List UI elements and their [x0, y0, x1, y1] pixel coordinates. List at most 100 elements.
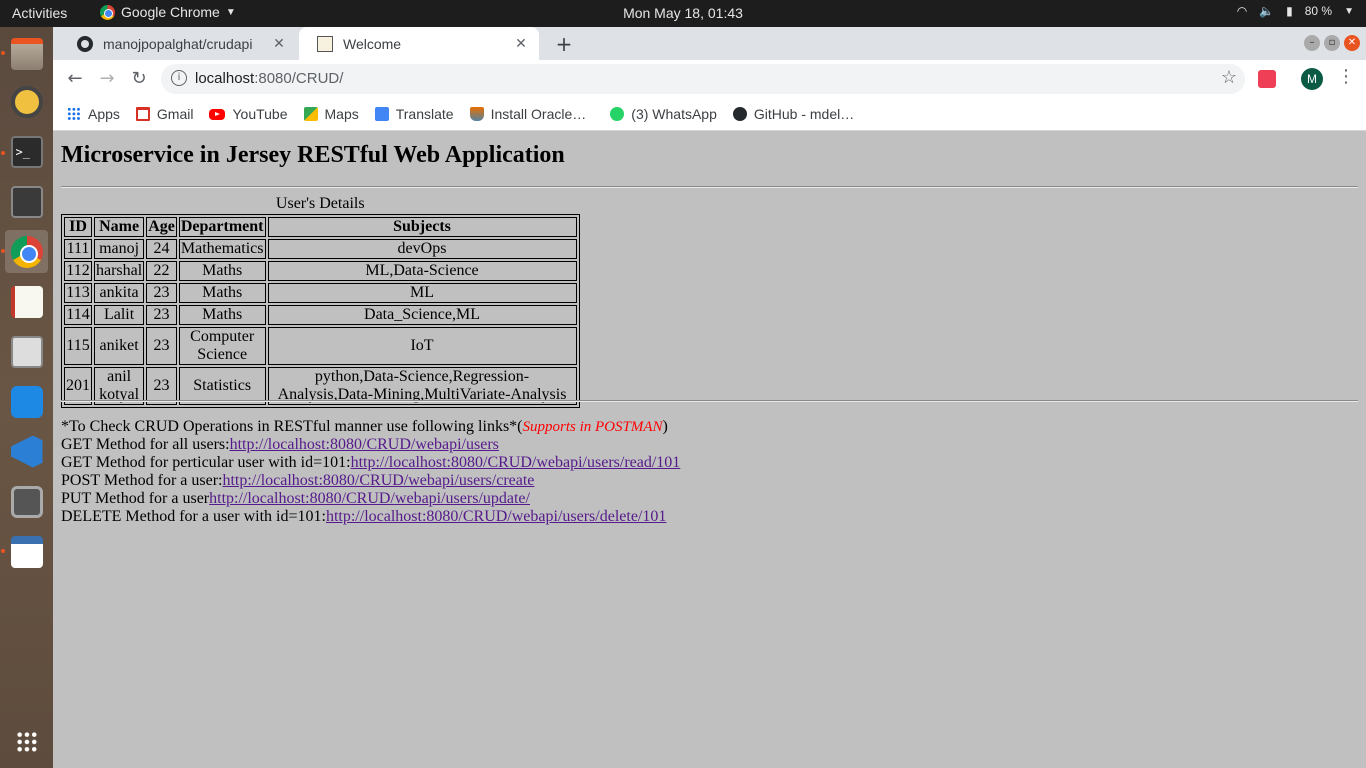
chrome-window: manojpopalghat/crudapi ✕ Welcome ✕ + – ▫…: [53, 27, 1366, 768]
vscode-icon: [10, 435, 43, 468]
cell-age: 23: [146, 283, 177, 303]
cell-department: Mathematics: [178, 239, 266, 259]
profile-avatar[interactable]: M: [1301, 68, 1323, 90]
post-user-link[interactable]: http://localhost:8080/CRUD/webapi/users/…: [222, 472, 534, 489]
cell-subjects: devOps: [267, 239, 577, 259]
bookmark-github[interactable]: GitHub - mdel…: [732, 106, 854, 122]
close-icon[interactable]: ✕: [269, 35, 289, 52]
camera-icon: [10, 485, 43, 518]
bookmark-star-icon[interactable]: ☆: [1221, 67, 1237, 88]
dock-impress[interactable]: [5, 530, 48, 573]
link-line: PUT Method for a userhttp://localhost:80…: [61, 490, 530, 507]
show-applications-button[interactable]: [5, 720, 48, 763]
text-editor-icon: [10, 285, 43, 318]
page-content: Microservice in Jersey RESTful Web Appli…: [53, 132, 1366, 768]
translate-icon: [374, 107, 389, 121]
info-icon[interactable]: i: [171, 70, 187, 86]
dock-mixer[interactable]: [5, 330, 48, 373]
dock-system-monitor[interactable]: [5, 180, 48, 223]
running-indicator: [1, 249, 5, 253]
page-title: Microservice in Jersey RESTful Web Appli…: [61, 142, 565, 168]
bookmark-gmail[interactable]: Gmail: [135, 106, 193, 122]
new-tab-button[interactable]: +: [551, 31, 577, 57]
dock-chrome[interactable]: [5, 230, 48, 273]
system-top-bar: Activities Google Chrome ▼ Mon May 18, 0…: [0, 0, 1366, 27]
dock: >_: [0, 27, 53, 768]
table-row: 112 harshal 22 Maths ML,Data-Science: [64, 261, 577, 281]
bookmark-translate[interactable]: Translate: [374, 106, 454, 122]
api-links: *To Check CRUD Operations in RESTful man…: [61, 418, 680, 526]
bookmark-install-oracle[interactable]: Install Oracle…: [469, 106, 586, 122]
chrome-icon: [100, 4, 115, 20]
put-user-link[interactable]: http://localhost:8080/CRUD/webapi/users/…: [209, 490, 530, 507]
mixer-icon: [10, 335, 43, 368]
maximize-button[interactable]: ▫: [1324, 35, 1340, 51]
link-line: GET Method for all users:http://localhos…: [61, 436, 499, 453]
cell-department: Maths: [178, 261, 266, 281]
reload-button[interactable]: ↻: [125, 65, 153, 93]
activities-button[interactable]: Activities: [12, 5, 67, 21]
browser-toolbar: ← → ↻ i localhost:8080/CRUD/ ☆ M ⋮: [53, 60, 1366, 98]
java-icon: [469, 107, 484, 121]
cell-subjects: Data_Science,ML: [267, 305, 577, 325]
cell-id: 112: [64, 261, 92, 281]
postman-note: Supports in POSTMAN: [522, 419, 663, 435]
cell-name: manoj: [94, 239, 145, 259]
close-window-button[interactable]: ✕: [1344, 35, 1360, 51]
get-user-link[interactable]: http://localhost:8080/CRUD/webapi/users/…: [351, 454, 681, 471]
system-monitor-icon: [10, 185, 43, 218]
table-row: 113 ankita 23 Maths ML: [64, 283, 577, 303]
bookmark-apps[interactable]: Apps: [67, 106, 120, 122]
url-text: localhost:8080/CRUD/: [195, 70, 344, 87]
bookmark-whatsapp[interactable]: (3) WhatsApp: [610, 106, 717, 122]
column-header: Age: [146, 217, 177, 237]
cell-subjects: ML,Data-Science: [267, 261, 577, 281]
column-header: Department: [178, 217, 266, 237]
users-table: User's Details ID Name Age Department Su…: [61, 195, 580, 408]
system-tray[interactable]: ◠ 🔈 ▮ 80 % ▼: [1237, 4, 1354, 18]
dock-terminal[interactable]: >_: [5, 130, 48, 173]
cell-age: 23: [146, 305, 177, 325]
table-row: 115 aniket 23 Computer Science IoT: [64, 327, 577, 365]
dock-rhythmbox[interactable]: [5, 80, 48, 123]
tab-crudapi[interactable]: manojpopalghat/crudapi ✕: [59, 27, 297, 60]
minimize-button[interactable]: –: [1304, 35, 1320, 51]
forward-button[interactable]: →: [93, 65, 121, 93]
tab-strip: manojpopalghat/crudapi ✕ Welcome ✕ + – ▫…: [53, 27, 1366, 60]
dock-camera[interactable]: [5, 480, 48, 523]
close-icon[interactable]: ✕: [511, 35, 531, 52]
back-button[interactable]: ←: [61, 65, 89, 93]
dock-vscode[interactable]: [5, 430, 48, 473]
rhythmbox-icon: [10, 85, 43, 118]
app-menu-label: Google Chrome: [121, 4, 220, 20]
bookmark-youtube[interactable]: YouTube: [209, 106, 288, 122]
dock-remote-desktop[interactable]: [5, 380, 48, 423]
column-header: ID: [64, 217, 92, 237]
dock-files[interactable]: [5, 32, 48, 75]
pocket-extension-icon[interactable]: [1258, 70, 1276, 88]
cell-age: 24: [146, 239, 177, 259]
apps-icon: [67, 107, 81, 121]
remote-desktop-icon: [10, 385, 43, 418]
cell-name: ankita: [94, 283, 145, 303]
caret-down-icon: ▼: [225, 6, 236, 18]
address-bar[interactable]: i localhost:8080/CRUD/ ☆: [161, 64, 1245, 94]
app-menu[interactable]: Google Chrome ▼: [100, 4, 236, 20]
link-line: GET Method for perticular user with id=1…: [61, 454, 681, 471]
github-icon: [732, 107, 747, 121]
github-icon: [77, 35, 93, 52]
get-all-users-link[interactable]: http://localhost:8080/CRUD/webapi/users: [230, 436, 499, 453]
tab-welcome[interactable]: Welcome ✕: [299, 27, 539, 60]
cell-id: 114: [64, 305, 92, 325]
bookmark-maps[interactable]: Maps: [303, 106, 359, 122]
volume-icon: 🔈: [1259, 4, 1275, 18]
divider: [61, 186, 1358, 188]
dock-text-editor[interactable]: [5, 280, 48, 323]
menu-icon[interactable]: ⋮: [1337, 66, 1355, 87]
delete-user-link[interactable]: http://localhost:8080/CRUD/webapi/users/…: [326, 508, 666, 525]
cell-id: 115: [64, 327, 92, 365]
clock[interactable]: Mon May 18, 01:43: [623, 5, 743, 21]
cell-age: 23: [146, 327, 177, 365]
tab-title: Welcome: [343, 35, 402, 52]
cell-department: Maths: [178, 283, 266, 303]
